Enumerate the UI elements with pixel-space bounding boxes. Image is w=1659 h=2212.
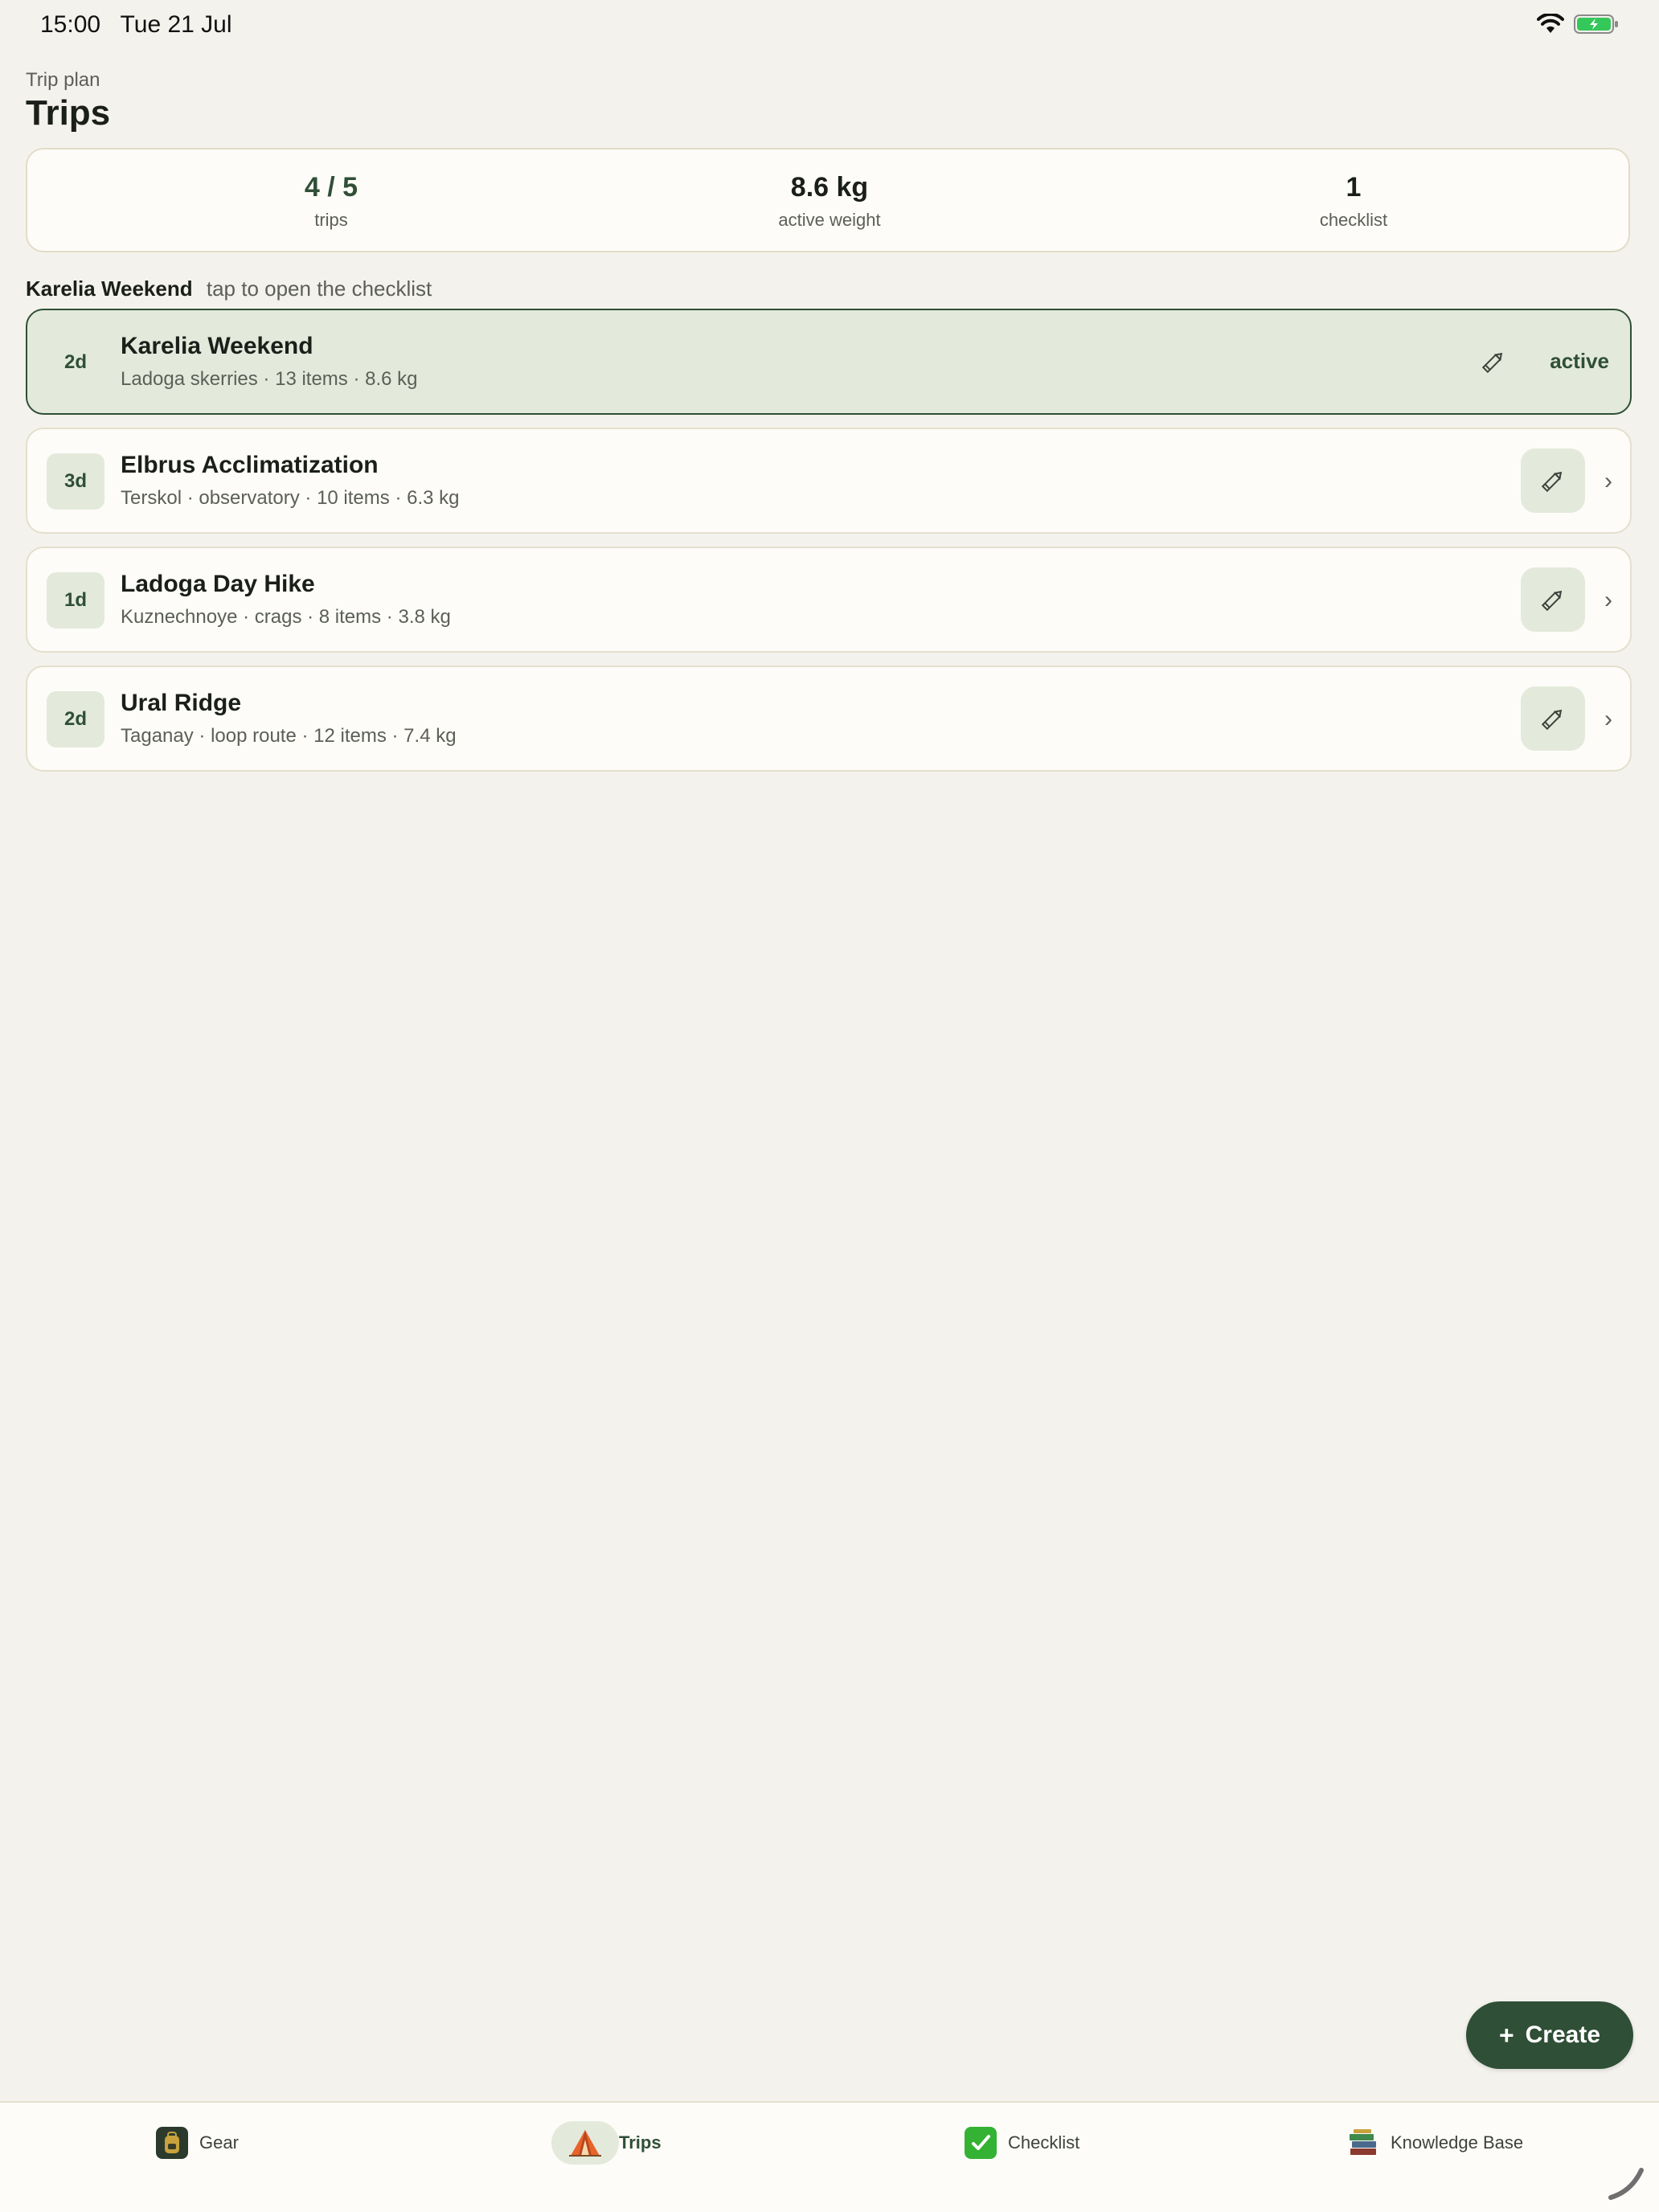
page-subtitle: Trip plan [26,69,100,91]
section-header: Karelia Weekend tap to open the checklis… [26,276,432,301]
pencil-icon [1541,590,1563,612]
trip-card-active[interactable]: 2d Karelia Weekend Ladoga skerries · 13 … [26,309,1632,415]
tent-icon [551,2121,619,2165]
create-trip-button[interactable]: + Create [1466,2001,1633,2069]
books-icon [1347,2127,1379,2159]
status-clock: 15:00 [40,11,101,38]
tab-label: Checklist [1008,2132,1080,2153]
status-date: Tue 21 Jul [120,11,232,38]
pencil-icon [1541,471,1563,493]
tab-knowledge-base[interactable]: Knowledge Base [1347,2120,1523,2165]
trip-name: Ladoga Day Hike [121,571,315,597]
trip-details: Terskol · observatory · 10 items · 6.3 k… [121,487,460,509]
section-title: Karelia Weekend [26,276,193,301]
trip-name: Elbrus Acclimatization [121,452,379,478]
tab-checklist[interactable]: Checklist [965,2120,1079,2165]
corner-indicator-icon [1608,2168,1644,2200]
pencil-icon [1481,352,1503,374]
stat-weight-value: 8.6 kg [790,172,869,203]
trip-days-badge: 3d [47,453,104,510]
page-title: Trips [26,93,111,133]
tab-bar: Gear Trips Checklist Knowledge Base [0,2101,1659,2212]
section-hint: tap to open the checklist [206,276,432,301]
trip-name: Karelia Weekend [121,333,313,359]
trip-details: Ladoga skerries · 13 items · 8.6 kg [121,368,418,390]
stat-trips-value: 4 / 5 [304,172,358,203]
trip-days-badge: 1d [47,572,104,629]
stat-checklist-value: 1 [1346,172,1362,203]
stat-checklist: 1 checklist [1193,172,1514,231]
stat-weight-label: active weight [778,210,881,230]
trip-name: Ural Ridge [121,690,242,716]
edit-trip-button[interactable] [1521,686,1585,751]
edit-trip-button[interactable] [1461,330,1526,394]
battery-charging-icon [1574,14,1618,34]
plus-icon: + [1498,2020,1514,2050]
create-label: Create [1525,2022,1601,2048]
chevron-right-icon: › [1604,587,1612,613]
status-icons [1537,13,1620,35]
summary-card: 4 / 5 trips 8.6 kg active weight 1 check… [26,148,1630,252]
tab-gear[interactable]: Gear [156,2120,239,2165]
trip-days-badge: 2d [63,351,87,373]
backpack-icon [156,2127,188,2159]
trip-card[interactable]: 3d Elbrus Acclimatization Terskol · obse… [26,428,1632,534]
trip-card[interactable]: 1d Ladoga Day Hike Kuznechnoye · crags ·… [26,547,1632,653]
pencil-icon [1541,709,1563,731]
stat-active-weight: 8.6 kg active weight [669,172,990,231]
chevron-right-icon: › [1604,706,1612,732]
trip-days-badge: 2d [47,691,104,748]
active-status-label: active [1550,349,1609,373]
trip-details: Taganay · loop route · 12 items · 7.4 kg [121,725,457,747]
edit-trip-button[interactable] [1521,449,1585,513]
tab-label: Knowledge Base [1391,2132,1524,2153]
checkmark-icon [965,2127,997,2159]
status-bar: 15:00 Tue 21 Jul [0,0,1659,51]
stat-checklist-label: checklist [1319,210,1388,230]
edit-trip-button[interactable] [1521,567,1585,632]
chevron-right-icon: › [1604,468,1612,494]
trip-details: Kuznechnoye · crags · 8 items · 3.8 kg [121,606,451,628]
wifi-icon [1537,14,1564,33]
tab-label: Gear [199,2132,239,2153]
stat-trips-label: trips [314,210,348,230]
trip-card[interactable]: 2d Ural Ridge Taganay · loop route · 12 … [26,666,1632,772]
stat-trips: 4 / 5 trips [170,172,492,231]
tab-label: Trips [619,2132,662,2153]
status-time: 15:00 Tue 21 Jul [40,11,232,39]
tab-trips[interactable]: Trips [551,2120,662,2165]
